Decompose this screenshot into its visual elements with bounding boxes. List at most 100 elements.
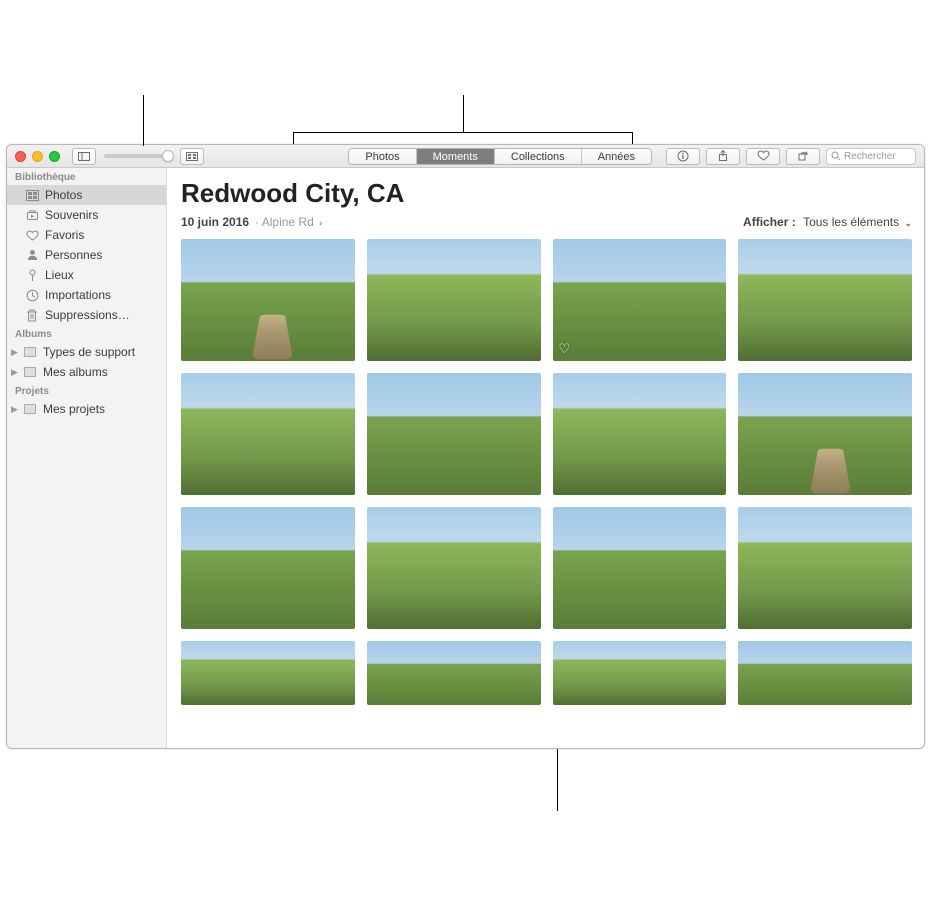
sidebar-item-label: Types de support	[43, 345, 135, 359]
sidebar-item-label: Favoris	[45, 228, 84, 242]
minimize-window-button[interactable]	[32, 151, 43, 162]
photo-thumbnail[interactable]	[738, 641, 912, 705]
moment-subheader: 10 juin 2016 · Alpine Rd › Afficher : To…	[181, 215, 912, 229]
sidebar-item-label: Mes projets	[43, 402, 105, 416]
toolbar-right-group: Rechercher	[666, 148, 916, 165]
person-icon	[25, 248, 39, 262]
sidebar-item-label: Personnes	[45, 248, 102, 262]
segment-collections[interactable]: Collections	[495, 149, 582, 164]
favorite-button[interactable]	[746, 148, 780, 165]
sidebar-item-people[interactable]: Personnes	[7, 245, 166, 265]
sidebar-item-label: Souvenirs	[45, 208, 98, 222]
sidebar: Bibliothèque Photos Souvenirs Favoris Pe…	[7, 168, 167, 748]
view-segmented-control: Photos Moments Collections Années	[348, 148, 652, 165]
rotate-icon	[797, 150, 809, 162]
thumbnail-grid: ♡	[181, 239, 912, 629]
search-icon	[831, 151, 841, 161]
disclosure-triangle-icon[interactable]: ▶	[11, 367, 19, 378]
zoom-window-button[interactable]	[49, 151, 60, 162]
sidebar-item-imports[interactable]: Importations	[7, 285, 166, 305]
photos-window: Photos Moments Collections Années	[6, 144, 925, 749]
sidebar-item-my-projects[interactable]: ▶ Mes projets	[7, 399, 166, 419]
display-filter-label: Afficher :	[743, 215, 796, 229]
photo-thumbnail[interactable]	[181, 239, 355, 361]
chevron-down-icon: ⌄	[904, 218, 912, 228]
memories-icon	[25, 208, 39, 222]
sidebar-header-projects: Projets	[7, 382, 166, 399]
display-filter-value: Tous les éléments	[803, 215, 899, 229]
zoom-slider-thumb[interactable]	[162, 150, 174, 162]
sidebar-item-my-albums[interactable]: ▶ Mes albums	[7, 362, 166, 382]
search-placeholder: Rechercher	[844, 151, 896, 162]
photo-thumbnail[interactable]	[367, 239, 541, 361]
moment-location-label: Alpine Rd	[262, 215, 314, 229]
thumbnail-grid-partial	[181, 641, 912, 705]
close-window-button[interactable]	[15, 151, 26, 162]
heart-icon	[757, 150, 770, 162]
moment-title: Redwood City, CA	[181, 178, 912, 209]
trash-icon	[25, 308, 39, 322]
photos-icon	[25, 188, 39, 202]
sidebar-item-label: Importations	[45, 288, 111, 302]
moment-date: 10 juin 2016	[181, 215, 249, 229]
segment-moments[interactable]: Moments	[417, 149, 495, 164]
album-icon	[23, 402, 37, 416]
sidebar-item-label: Suppressions…	[45, 308, 130, 322]
callout-line-content	[557, 749, 558, 811]
pin-icon	[25, 268, 39, 282]
display-filter[interactable]: Afficher : Tous les éléments ⌄	[743, 215, 912, 229]
photo-thumbnail[interactable]	[738, 373, 912, 495]
sidebar-item-media-types[interactable]: ▶ Types de support	[7, 342, 166, 362]
thumbnail-size-button[interactable]	[180, 148, 204, 165]
photo-thumbnail[interactable]	[181, 507, 355, 629]
disclosure-triangle-icon[interactable]: ▶	[11, 404, 19, 415]
segment-label: Collections	[511, 151, 565, 163]
callout-line-segments-l	[293, 132, 294, 144]
favorite-badge-icon: ♡	[559, 341, 571, 357]
disclosure-triangle-icon[interactable]: ▶	[11, 347, 19, 358]
photo-thumbnail[interactable]: ♡	[553, 239, 727, 361]
sidebar-item-deleted[interactable]: Suppressions…	[7, 305, 166, 325]
sidebar-header-albums: Albums	[7, 325, 166, 342]
sidebar-toggle-button[interactable]	[72, 148, 96, 165]
sidebar-item-label: Photos	[45, 188, 82, 202]
photo-thumbnail[interactable]	[181, 373, 355, 495]
callout-line-segments-h	[293, 132, 633, 133]
callout-line-segments-v	[463, 95, 464, 132]
rotate-button[interactable]	[786, 148, 820, 165]
heart-icon	[25, 228, 39, 242]
sidebar-item-label: Mes albums	[43, 365, 108, 379]
window-toolbar: Photos Moments Collections Années	[7, 145, 924, 168]
sidebar-header-library: Bibliothèque	[7, 168, 166, 185]
sidebar-item-photos[interactable]: Photos	[7, 185, 166, 205]
photo-thumbnail[interactable]	[738, 239, 912, 361]
photo-thumbnail[interactable]	[553, 507, 727, 629]
callout-line-slider	[143, 95, 144, 146]
window-controls	[15, 151, 60, 162]
sidebar-item-favorites[interactable]: Favoris	[7, 225, 166, 245]
segment-years[interactable]: Années	[582, 149, 651, 164]
photo-thumbnail[interactable]	[367, 373, 541, 495]
zoom-slider[interactable]	[104, 154, 168, 158]
callout-line-segments-r	[632, 132, 633, 144]
info-button[interactable]	[666, 148, 700, 165]
photo-thumbnail[interactable]	[367, 507, 541, 629]
segment-label: Années	[598, 151, 635, 163]
segment-label: Moments	[433, 151, 478, 163]
moment-location-link[interactable]: · Alpine Rd ›	[255, 215, 322, 229]
photo-thumbnail[interactable]	[367, 641, 541, 705]
album-icon	[23, 345, 37, 359]
segment-label: Photos	[365, 151, 399, 163]
album-icon	[23, 365, 37, 379]
photo-thumbnail[interactable]	[181, 641, 355, 705]
sidebar-item-memories[interactable]: Souvenirs	[7, 205, 166, 225]
content-area: Redwood City, CA 10 juin 2016 · Alpine R…	[167, 168, 924, 748]
photo-thumbnail[interactable]	[553, 373, 727, 495]
sidebar-item-places[interactable]: Lieux	[7, 265, 166, 285]
photo-thumbnail[interactable]	[553, 641, 727, 705]
sidebar-item-label: Lieux	[45, 268, 74, 282]
segment-photos[interactable]: Photos	[349, 149, 416, 164]
photo-thumbnail[interactable]	[738, 507, 912, 629]
share-button[interactable]	[706, 148, 740, 165]
search-field[interactable]: Rechercher	[826, 148, 916, 165]
